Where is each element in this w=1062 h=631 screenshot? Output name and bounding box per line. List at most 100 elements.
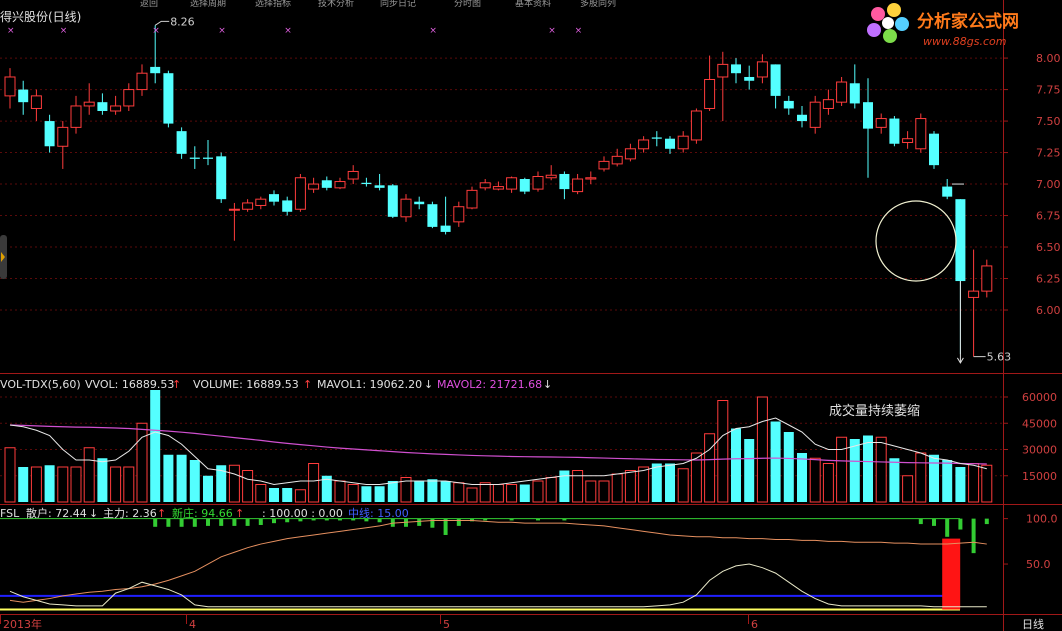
up-arrow-icon: ↑ (157, 507, 166, 520)
volume-bar-down (889, 458, 900, 502)
menu-item: 选择指标 (255, 0, 291, 9)
volume-bar-down (361, 486, 372, 502)
volume-bar-up (57, 466, 69, 503)
menu-item: 选择周期 (190, 0, 226, 9)
volume-bar-up (83, 447, 95, 503)
down-arrow-icon: ↓ (424, 378, 433, 391)
highlight-circle (875, 200, 957, 282)
volume-bar-down (97, 458, 108, 502)
candle-body-up (30, 95, 42, 109)
vvol-value: VVOL: 16889.53 (85, 378, 174, 391)
candle-body-down (282, 200, 293, 212)
volume-bar-up (334, 480, 346, 503)
down-arrow-icon: ↓ (543, 378, 552, 391)
menu-item: 返回 (140, 0, 158, 9)
volume-bar-down (18, 467, 29, 502)
candle-body-up (532, 175, 544, 190)
logo-url: www.88gs.com (923, 35, 1006, 48)
candle-body-up (690, 110, 702, 141)
volume-bar-up (717, 400, 729, 503)
volume-bar-down (414, 481, 425, 502)
vol-indicator-name: VOL-TDX(5,60) (0, 378, 81, 391)
volume-bar-down (269, 488, 279, 502)
high-leader (154, 20, 170, 26)
candle-body-up (400, 198, 412, 218)
volume-bar-up (756, 396, 768, 503)
candle-body-down (731, 64, 741, 74)
volume-bar-down (189, 460, 200, 502)
high-label: 8.26 (170, 15, 195, 28)
candle-body-up (347, 170, 359, 180)
volume-bar-down (744, 439, 755, 502)
volume-bar-up (809, 457, 821, 503)
new-bar (456, 518, 461, 526)
candle-body-up (598, 160, 610, 170)
candle-body-up (492, 186, 504, 190)
volume-bar-up (255, 484, 267, 503)
left-scroll-handle[interactable] (0, 235, 7, 279)
signal-marker: × (218, 26, 226, 36)
volume-bar-up (136, 422, 148, 503)
volume-bar-down (651, 463, 662, 502)
volume-bar-up (70, 466, 82, 503)
new-bar (443, 518, 448, 535)
volume-bar-down (849, 439, 860, 502)
volume-bar-up (981, 464, 993, 503)
candle-body-up (70, 105, 82, 128)
volume-tick-label: 45000 (1022, 417, 1057, 430)
volume-bar-down (374, 486, 385, 502)
volume-bar-down (770, 421, 781, 502)
candle-body-down (783, 100, 794, 109)
candle-body-down (797, 114, 807, 122)
price-tick-label: 7.75 (1036, 84, 1061, 97)
candle-body-up (136, 72, 148, 91)
candle-body-down (97, 102, 108, 111)
volume-bar-up (968, 463, 980, 503)
volume-annotation: 成交量持续萎缩 (829, 403, 920, 419)
candle-body-down (942, 186, 953, 197)
volume-bar-down (163, 454, 174, 502)
low-label: 5.63 (987, 351, 1012, 364)
price-axis: 8.00 7.75 7.50 7.25 7.00 6.75 6.50 6.25 6.00 (1003, 52, 1061, 317)
volume-bar-down (665, 463, 675, 502)
time-axis: 2013年 4 5 6 日线 (0, 615, 1044, 631)
candle-body-up (506, 177, 518, 190)
new-bar (958, 518, 963, 530)
candle-body-up (83, 101, 95, 107)
candle-body-down (374, 185, 385, 188)
volume-bar-down (783, 432, 794, 502)
candle-body-up (915, 118, 927, 150)
price-tick-label: 7.00 (1036, 178, 1061, 191)
volume-bar-up (466, 487, 478, 503)
panel-frames (0, 0, 1062, 631)
candle-body-up (638, 139, 650, 150)
volume-bar-up (677, 468, 689, 503)
volume-tick-label: 30000 (1022, 444, 1057, 457)
volume-bar-down (863, 435, 873, 502)
signal-marker: × (575, 26, 583, 36)
period-label: 日线 (1022, 617, 1044, 631)
volume-bar-up (110, 466, 122, 503)
volume-bar-up (492, 484, 504, 503)
candle-body-down (44, 121, 55, 147)
white-line (9, 563, 987, 608)
candle-body-down (440, 225, 451, 232)
volume-bar-up (294, 489, 306, 503)
volume-bar-down (427, 479, 438, 502)
volume-bar-up (228, 464, 240, 503)
time-tick-label: 6 (751, 618, 758, 631)
time-tick-label: 5 (443, 618, 450, 631)
candle-body-up (466, 189, 478, 209)
new-bar (166, 518, 171, 527)
new-bar (932, 518, 936, 526)
volume-bar-up (123, 466, 135, 503)
candle-body-down (18, 89, 29, 103)
new-bar (918, 518, 923, 525)
volume-bar-down (387, 481, 398, 502)
price-tick-label: 6.50 (1036, 241, 1061, 254)
candle-body-up (57, 126, 69, 147)
candle-body-down (744, 76, 755, 81)
candle-body-down (929, 133, 939, 166)
stock-chart: 返回 选择周期 选择指标 技术分析 同步日记 分时图 基本资料 多股同列 × × × × × × × × 8.… (0, 0, 1062, 631)
volume-bar-up (30, 466, 42, 503)
